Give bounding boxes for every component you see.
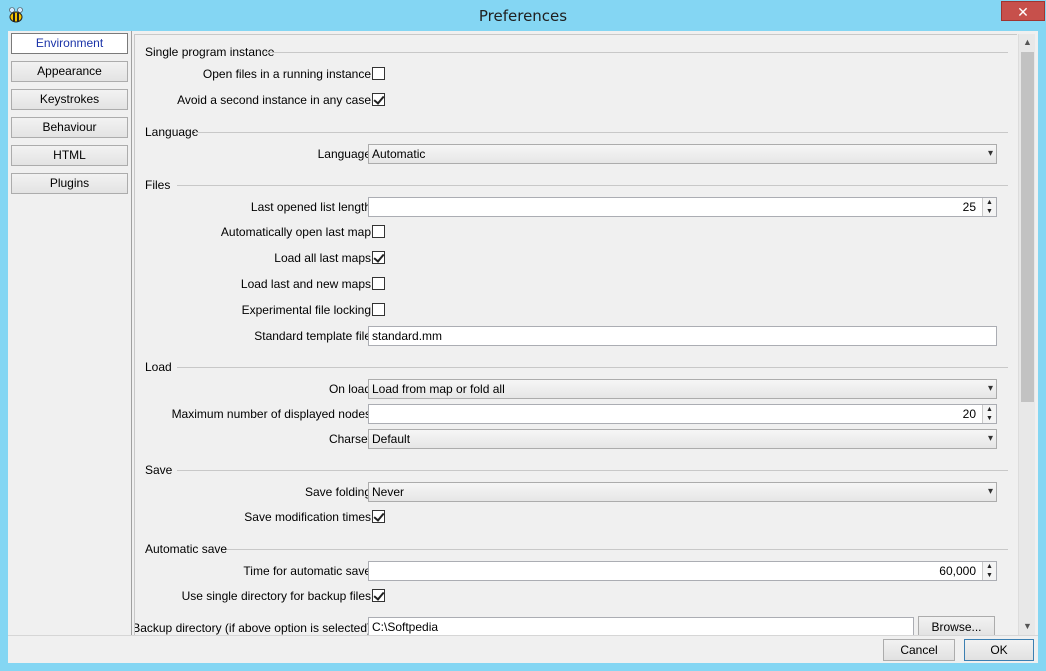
load-all-last-maps-checkbox[interactable] <box>372 251 385 264</box>
section-divider <box>265 52 1008 53</box>
spinner-buttons[interactable]: ▲ ▼ <box>982 405 996 423</box>
dropdown-icon: ▾ <box>987 148 993 159</box>
load-last-new-maps-checkbox[interactable] <box>372 277 385 290</box>
spin-up-icon[interactable]: ▲ <box>983 562 996 571</box>
section-divider <box>195 132 1008 133</box>
auto-open-last-map-label: Automatically open last map <box>220 225 371 239</box>
language-label: Language <box>317 147 371 161</box>
max-nodes-value: 20 <box>962 407 976 421</box>
auto-open-last-map-checkbox[interactable] <box>372 225 385 238</box>
scroll-down-icon[interactable]: ▼ <box>1019 618 1036 635</box>
environment-panel: Single program instance Open files in a … <box>134 34 1017 635</box>
save-folding-label: Save folding <box>304 485 371 499</box>
max-nodes-spinner[interactable]: 20 ▲ ▼ <box>368 404 997 424</box>
title-bar: Preferences ✕ <box>0 0 1046 31</box>
spin-down-icon[interactable]: ▼ <box>983 571 996 580</box>
template-file-label: Standard template file <box>254 329 371 343</box>
charset-select[interactable]: Default ▾ <box>368 429 997 449</box>
nav-keystrokes-button[interactable]: Keystrokes <box>11 89 128 110</box>
open-files-label: Open files in a running instance <box>202 67 371 81</box>
scroll-thumb[interactable] <box>1021 52 1034 402</box>
open-files-checkbox[interactable] <box>372 67 385 80</box>
avoid-second-instance-label: Avoid a second instance in any case <box>177 93 371 107</box>
save-mod-times-label: Save modification times <box>244 510 371 524</box>
nav-html-button[interactable]: HTML <box>11 145 128 166</box>
spinner-buttons[interactable]: ▲ ▼ <box>982 562 996 580</box>
dialog-client: Environment Appearance Keystrokes Behavi… <box>8 31 1038 663</box>
save-folding-value: Never <box>372 485 405 499</box>
category-nav: Environment Appearance Keystrokes Behavi… <box>8 31 132 635</box>
section-title-load: Load <box>145 360 172 374</box>
nav-environment-button[interactable]: Environment <box>11 33 128 54</box>
on-load-value: Load from map or fold all <box>372 382 505 396</box>
ok-button[interactable]: OK <box>964 639 1034 661</box>
last-list-length-spinner[interactable]: 25 ▲ ▼ <box>368 197 997 217</box>
section-divider <box>177 185 1008 186</box>
section-divider <box>177 367 1008 368</box>
dropdown-icon: ▾ <box>987 383 993 394</box>
nav-plugins-button[interactable]: Plugins <box>11 173 128 194</box>
spin-down-icon[interactable]: ▼ <box>983 207 996 216</box>
scroll-up-icon[interactable]: ▲ <box>1019 34 1036 51</box>
autosave-time-label: Time for automatic save <box>243 564 371 578</box>
vertical-scrollbar[interactable]: ▲ ▼ <box>1018 34 1035 635</box>
preferences-window: Preferences ✕ Environment Appearance Key… <box>0 0 1046 671</box>
language-value: Automatic <box>372 147 426 161</box>
spinner-buttons[interactable]: ▲ ▼ <box>982 198 996 216</box>
on-load-label: On load <box>328 382 371 396</box>
section-title-automatic-save: Automatic save <box>145 542 228 556</box>
load-all-last-maps-label: Load all last maps <box>274 251 371 265</box>
nav-appearance-button[interactable]: Appearance <box>11 61 128 82</box>
dropdown-icon: ▾ <box>987 486 993 497</box>
charset-label: Charset <box>328 432 371 446</box>
language-select[interactable]: Automatic ▾ <box>368 144 997 164</box>
save-folding-select[interactable]: Never ▾ <box>368 482 997 502</box>
browse-button[interactable]: Browse... <box>918 616 995 635</box>
last-list-length-value: 25 <box>962 200 976 214</box>
spin-up-icon[interactable]: ▲ <box>983 198 996 207</box>
last-list-length-label: Last opened list length <box>250 200 371 214</box>
autosave-time-value: 60,000 <box>939 564 976 578</box>
on-load-select[interactable]: Load from map or fold all ▾ <box>368 379 997 399</box>
close-button[interactable]: ✕ <box>1001 1 1045 21</box>
dialog-footer: Cancel OK <box>8 635 1038 663</box>
backup-dir-input[interactable]: C:\Softpedia <box>368 617 914 635</box>
autosave-time-spinner[interactable]: 60,000 ▲ ▼ <box>368 561 997 581</box>
max-nodes-label: Maximum number of displayed nodes <box>171 407 371 421</box>
spin-down-icon[interactable]: ▼ <box>983 414 996 423</box>
close-icon: ✕ <box>1017 4 1029 20</box>
spin-up-icon[interactable]: ▲ <box>983 405 996 414</box>
section-divider <box>177 470 1008 471</box>
charset-value: Default <box>372 432 411 446</box>
single-backup-dir-checkbox[interactable] <box>372 589 385 602</box>
avoid-second-instance-checkbox[interactable] <box>372 93 385 106</box>
file-locking-checkbox[interactable] <box>372 303 385 316</box>
backup-dir-label: Backup directory (if above option is sel… <box>134 621 371 635</box>
section-divider <box>227 549 1008 550</box>
save-mod-times-checkbox[interactable] <box>372 510 385 523</box>
dropdown-icon: ▾ <box>987 433 993 444</box>
section-title-save: Save <box>145 463 173 477</box>
section-title-single-instance: Single program instance <box>145 45 275 59</box>
template-file-input[interactable]: standard.mm <box>368 326 997 346</box>
section-title-language: Language <box>145 125 199 139</box>
file-locking-label: Experimental file locking <box>241 303 371 317</box>
single-backup-dir-label: Use single directory for backup files <box>181 589 371 603</box>
cancel-button[interactable]: Cancel <box>883 639 955 661</box>
window-title: Preferences <box>478 7 568 25</box>
section-title-files: Files <box>145 178 171 192</box>
load-last-new-maps-label: Load last and new maps <box>240 277 371 291</box>
nav-behaviour-button[interactable]: Behaviour <box>11 117 128 138</box>
